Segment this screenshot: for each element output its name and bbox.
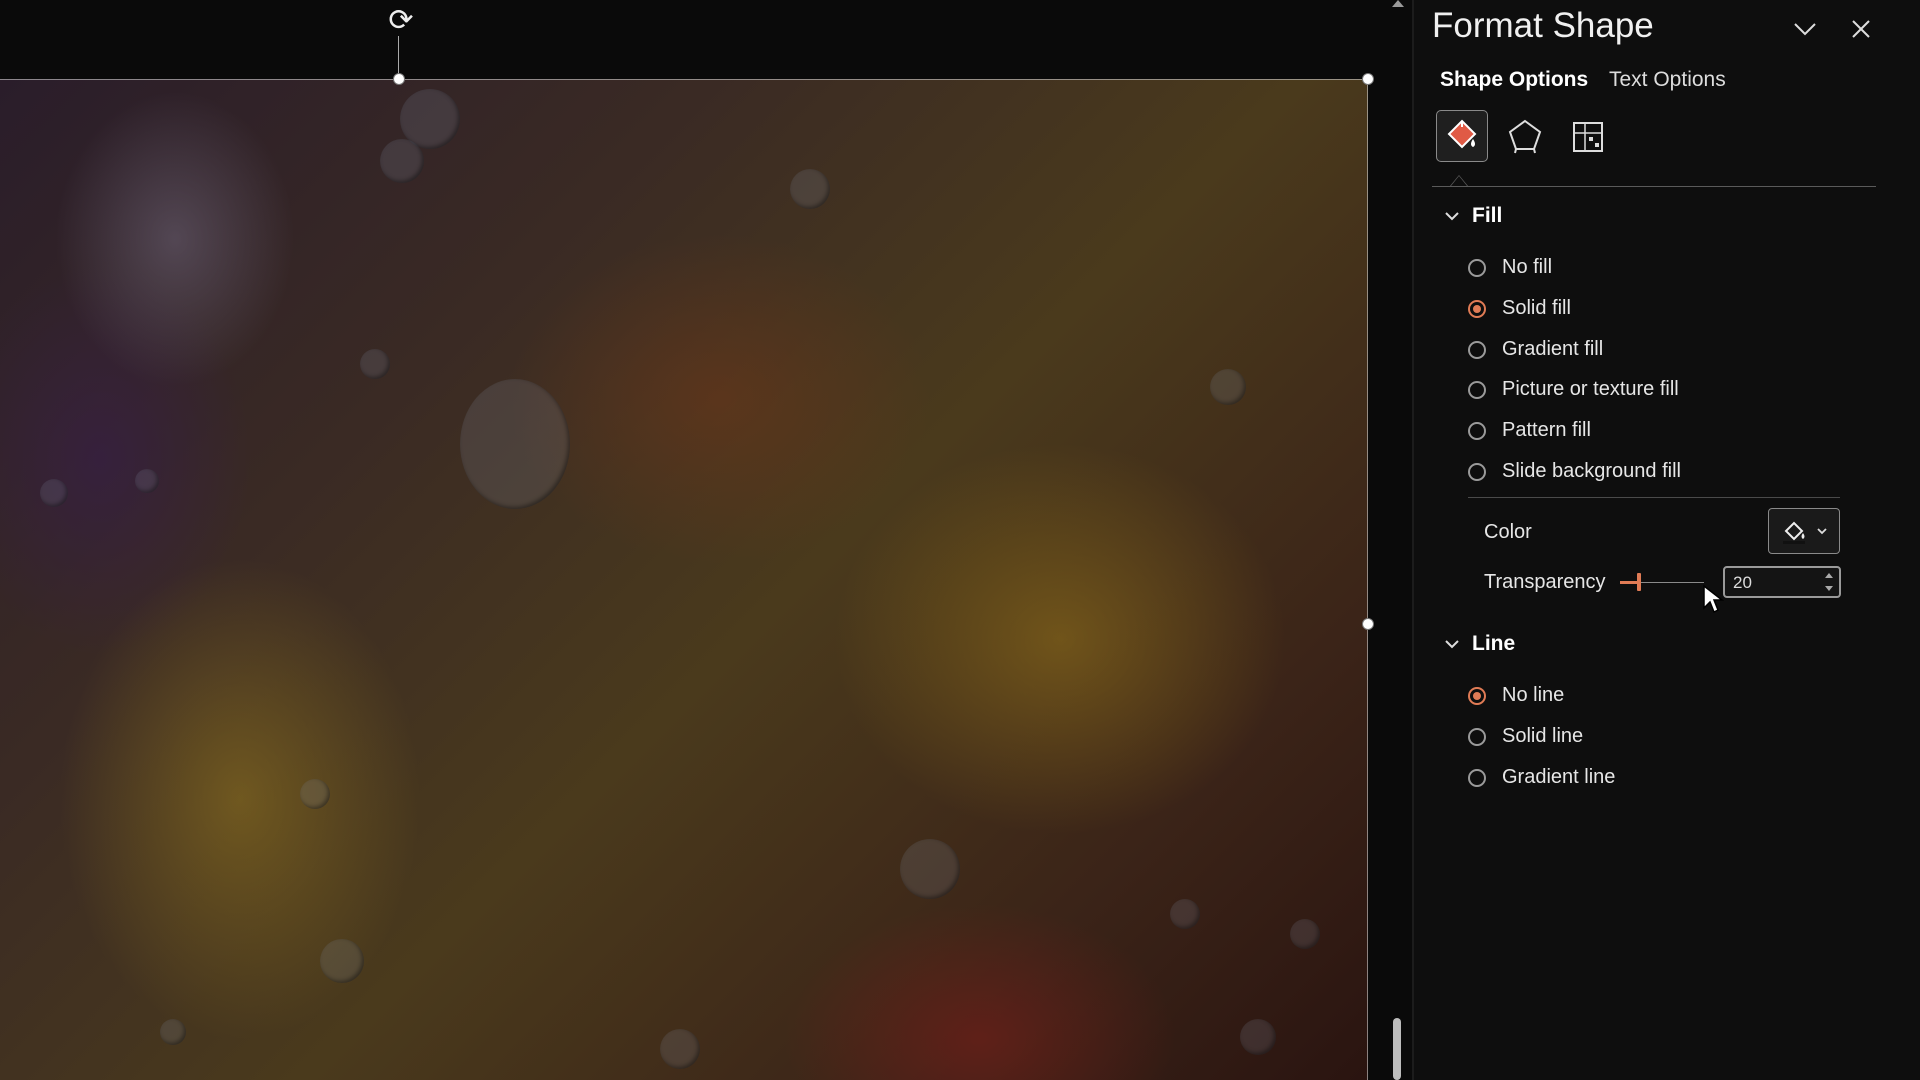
radio-button-selected[interactable] — [1468, 299, 1486, 318]
slide-canvas[interactable]: ⟳ — [0, 0, 1400, 1080]
radio-label: Picture or texture fill — [1502, 378, 1679, 400]
spin-up-icon[interactable] — [1825, 573, 1833, 578]
radio-button[interactable] — [1468, 727, 1486, 746]
radio-no-line[interactable]: No line — [1468, 684, 1564, 707]
scroll-up-arrow-icon[interactable] — [1392, 0, 1404, 7]
radio-label: No fill — [1502, 256, 1553, 278]
slider-track — [1640, 582, 1704, 583]
radio-picture-texture-fill[interactable]: Picture or texture fill — [1468, 378, 1679, 401]
effects-button[interactable] — [1499, 110, 1551, 162]
transparency-slider[interactable] — [1620, 572, 1704, 592]
chevron-down-icon — [1445, 212, 1459, 221]
radio-button[interactable] — [1468, 462, 1486, 481]
bubble — [380, 139, 424, 183]
fill-section-header[interactable]: Fill — [1444, 204, 1502, 228]
bubble — [40, 479, 68, 507]
radio-gradient-line[interactable]: Gradient line — [1468, 766, 1615, 789]
resize-handle-right[interactable] — [1362, 618, 1374, 630]
canvas-scrollbar[interactable] — [1390, 0, 1404, 1080]
bubble — [460, 379, 570, 509]
radio-label: Solid line — [1502, 725, 1584, 747]
radio-button[interactable] — [1468, 340, 1486, 359]
radio-button[interactable] — [1468, 258, 1486, 277]
bubble — [135, 469, 159, 493]
rotate-handle-icon[interactable]: ⟳ — [384, 4, 418, 38]
color-picker-button[interactable] — [1768, 508, 1840, 554]
radio-button-selected[interactable] — [1468, 686, 1486, 705]
radio-solid-fill[interactable]: Solid fill — [1468, 297, 1571, 320]
size-properties-button[interactable] — [1562, 110, 1614, 162]
format-shape-pane: Format Shape Shape Options Text Options — [1414, 0, 1920, 1080]
resize-handle-top-right[interactable] — [1362, 73, 1374, 85]
color-label: Color — [1484, 521, 1532, 543]
bubble — [1170, 899, 1200, 929]
category-separator — [1432, 186, 1876, 187]
fill-heading: Fill — [1472, 204, 1503, 227]
bubble — [160, 1019, 186, 1045]
chevron-down-icon — [1445, 640, 1459, 649]
selected-shape[interactable] — [0, 79, 1368, 1080]
bubble — [900, 839, 960, 899]
radio-gradient-fill[interactable]: Gradient fill — [1468, 338, 1603, 361]
transparency-value: 20 — [1733, 573, 1752, 592]
fill-line-icon — [1447, 119, 1477, 149]
chevron-down-icon[interactable] — [1790, 14, 1820, 44]
spin-down-icon[interactable] — [1825, 586, 1833, 591]
radio-label: Gradient fill — [1502, 338, 1604, 360]
radio-no-fill[interactable]: No fill — [1468, 256, 1552, 279]
transparency-label: Transparency — [1484, 571, 1606, 593]
line-heading: Line — [1472, 632, 1516, 655]
bubble — [660, 1029, 700, 1069]
fill-separator — [1468, 497, 1840, 498]
line-section-header[interactable]: Line — [1444, 632, 1515, 656]
mouse-cursor-icon — [1703, 584, 1724, 614]
radio-button[interactable] — [1468, 768, 1486, 787]
bubble — [300, 779, 330, 809]
bubble — [790, 169, 830, 209]
paint-bucket-icon — [1783, 521, 1805, 544]
radio-slide-background-fill[interactable]: Slide background fill — [1468, 460, 1681, 483]
radio-pattern-fill[interactable]: Pattern fill — [1468, 419, 1591, 442]
pane-scrollbar[interactable] — [1906, 0, 1920, 1080]
transparency-input[interactable]: 20 — [1723, 566, 1841, 598]
chevron-down-icon — [1817, 528, 1827, 535]
effects-icon — [1508, 119, 1542, 154]
slider-thumb[interactable] — [1637, 573, 1641, 591]
bubble — [320, 939, 364, 983]
radio-label: Solid fill — [1502, 297, 1571, 319]
radio-label: No line — [1502, 684, 1565, 706]
tab-shape-options[interactable]: Shape Options — [1440, 68, 1588, 92]
radio-button[interactable] — [1468, 380, 1486, 399]
radio-solid-line[interactable]: Solid line — [1468, 725, 1583, 748]
scrollbar-thumb[interactable] — [1393, 1018, 1401, 1080]
bubble — [1240, 1019, 1276, 1055]
radio-label: Slide background fill — [1502, 460, 1681, 482]
fill-line-button[interactable] — [1436, 110, 1488, 162]
pane-title: Format Shape — [1432, 6, 1654, 45]
close-icon[interactable] — [1846, 14, 1876, 44]
category-indicator — [1450, 175, 1468, 186]
radio-label: Pattern fill — [1502, 419, 1591, 441]
bubble — [1210, 369, 1246, 405]
radio-label: Gradient line — [1502, 766, 1616, 788]
radio-button[interactable] — [1468, 421, 1486, 440]
size-properties-icon — [1573, 122, 1603, 152]
bubble — [1290, 919, 1320, 949]
resize-handle-top[interactable] — [393, 73, 405, 85]
tab-text-options[interactable]: Text Options — [1609, 68, 1726, 92]
bubble — [360, 349, 390, 379]
